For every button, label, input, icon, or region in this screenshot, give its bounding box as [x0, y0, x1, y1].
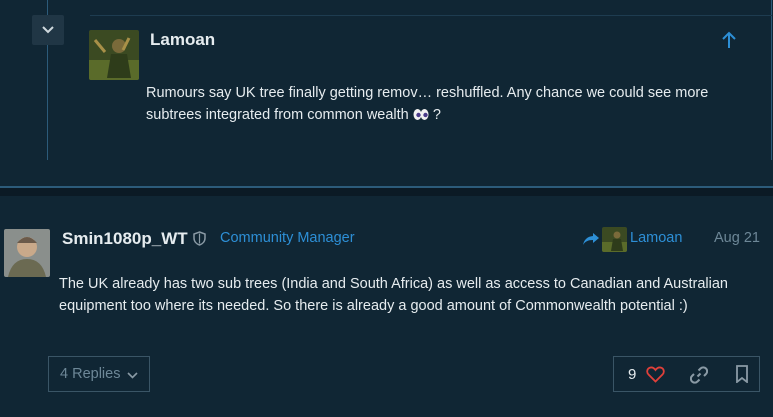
chevron-down-icon — [127, 371, 139, 379]
reply-to-username[interactable]: Lamoan — [630, 230, 682, 246]
bookmark-icon[interactable] — [735, 365, 749, 383]
avatar[interactable] — [89, 30, 139, 80]
quote-text: Rumours say UK tree finally getting remo… — [146, 82, 746, 128]
show-replies-button[interactable]: 4 Replies — [48, 356, 150, 392]
chevron-down-icon — [42, 26, 54, 34]
user-role-badge[interactable]: Community Manager — [220, 230, 355, 246]
avatar[interactable] — [4, 229, 50, 277]
quote-username[interactable]: Lamoan — [150, 30, 215, 50]
post-body: The UK already has two sub trees (India … — [59, 276, 728, 314]
post-date[interactable]: Aug 21 — [714, 230, 760, 246]
quote-border — [47, 0, 772, 160]
shield-icon — [193, 231, 206, 246]
like-count[interactable]: 9 — [628, 366, 636, 383]
reply-arrow-icon — [583, 233, 599, 245]
replies-label: 4 Replies — [60, 366, 121, 382]
post-actions: 9 — [613, 356, 760, 392]
link-icon[interactable] — [690, 366, 708, 384]
quote-divider — [90, 15, 772, 16]
heart-icon[interactable] — [646, 366, 665, 383]
separator-line — [0, 186, 773, 188]
arrow-up-icon[interactable] — [720, 30, 738, 50]
eyes-emoji — [413, 106, 429, 128]
collapse-quote-button[interactable] — [32, 15, 64, 45]
post-username[interactable]: Smin1080p_WT — [62, 229, 188, 249]
reply-to-avatar[interactable] — [602, 227, 627, 252]
